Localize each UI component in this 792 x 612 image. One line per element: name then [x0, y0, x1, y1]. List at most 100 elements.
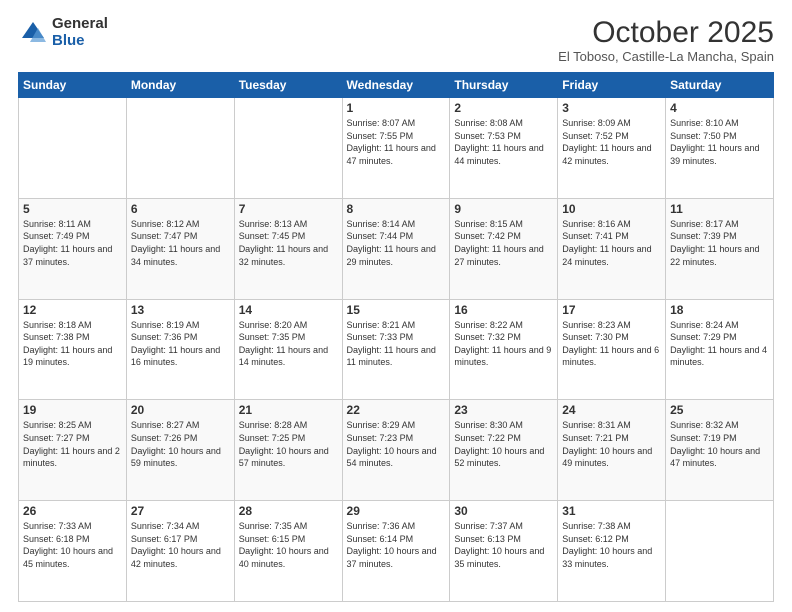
day-number: 24 [562, 403, 661, 417]
calendar-cell [234, 98, 342, 199]
logo-general: General [52, 16, 108, 33]
calendar-cell: 2Sunrise: 8:08 AM Sunset: 7:53 PM Daylig… [450, 98, 558, 199]
day-info: Sunrise: 8:30 AM Sunset: 7:22 PM Dayligh… [454, 419, 553, 469]
calendar-row: 5 Sunrise: 8:11 AM Sunset: 7:49 PM Daylig… [19, 198, 774, 299]
calendar-cell: 25 Sunrise: 8:32 AM Sunset: 7:19 PM Dayli… [666, 400, 774, 501]
day-number: 8 [347, 202, 446, 216]
logo-text: General Blue [52, 16, 108, 49]
day-info: Sunrise: 8:11 AM Sunset: 7:49 PM Dayligh… [23, 218, 122, 268]
calendar-cell: 12Sunrise: 8:18 AM Sunset: 7:38 PM Dayli… [19, 299, 127, 400]
calendar-cell [126, 98, 234, 199]
day-number: 23 [454, 403, 553, 417]
day-number: 3 [562, 101, 661, 115]
day-number: 5 [23, 202, 122, 216]
calendar-cell: 9 Sunrise: 8:15 AM Sunset: 7:42 PM Daylig… [450, 198, 558, 299]
day-info: Sunrise: 8:24 AM Sunset: 7:29 PM Dayligh… [670, 319, 769, 369]
day-number: 29 [347, 504, 446, 518]
col-monday: Monday [126, 73, 234, 98]
day-info: Sunrise: 8:29 AM Sunset: 7:23 PM Dayligh… [347, 419, 446, 469]
day-info: Sunrise: 8:21 AM Sunset: 7:33 PM Dayligh… [347, 319, 446, 369]
day-number: 4 [670, 101, 769, 115]
day-info: Sunrise: 7:37 AM Sunset: 6:13 PM Dayligh… [454, 520, 553, 570]
day-info: Sunrise: 7:35 AM Sunset: 6:15 PM Dayligh… [239, 520, 338, 570]
day-number: 25 [670, 403, 769, 417]
page: General Blue October 2025 El Toboso, Cas… [0, 0, 792, 612]
day-number: 22 [347, 403, 446, 417]
day-number: 17 [562, 303, 661, 317]
logo-icon [18, 18, 48, 48]
calendar-cell: 23 Sunrise: 8:30 AM Sunset: 7:22 PM Dayli… [450, 400, 558, 501]
calendar-cell: 14 Sunrise: 8:20 AM Sunset: 7:35 PM Dayli… [234, 299, 342, 400]
header: General Blue October 2025 El Toboso, Cas… [18, 16, 774, 64]
day-number: 30 [454, 504, 553, 518]
calendar-table: Sunday Monday Tuesday Wednesday Thursday… [18, 72, 774, 602]
day-info: Sunrise: 8:16 AM Sunset: 7:41 PM Dayligh… [562, 218, 661, 268]
day-number: 28 [239, 504, 338, 518]
day-info: Sunrise: 8:15 AM Sunset: 7:42 PM Dayligh… [454, 218, 553, 268]
day-info: Sunrise: 8:20 AM Sunset: 7:35 PM Dayligh… [239, 319, 338, 369]
day-number: 27 [131, 504, 230, 518]
col-friday: Friday [558, 73, 666, 98]
day-info: Sunrise: 8:10 AM Sunset: 7:50 PM Dayligh… [670, 117, 769, 167]
day-info: Sunrise: 8:07 AM Sunset: 7:55 PM Dayligh… [347, 117, 446, 167]
day-info: Sunrise: 8:27 AM Sunset: 7:26 PM Dayligh… [131, 419, 230, 469]
location: El Toboso, Castille-La Mancha, Spain [558, 49, 774, 64]
day-number: 26 [23, 504, 122, 518]
calendar-cell: 4 Sunrise: 8:10 AM Sunset: 7:50 PM Daylig… [666, 98, 774, 199]
calendar-cell: 27 Sunrise: 7:34 AM Sunset: 6:17 PM Dayli… [126, 501, 234, 602]
day-number: 11 [670, 202, 769, 216]
calendar-cell: 30 Sunrise: 7:37 AM Sunset: 6:13 PM Dayli… [450, 501, 558, 602]
calendar-cell: 20 Sunrise: 8:27 AM Sunset: 7:26 PM Dayli… [126, 400, 234, 501]
day-number: 9 [454, 202, 553, 216]
col-tuesday: Tuesday [234, 73, 342, 98]
day-info: Sunrise: 8:31 AM Sunset: 7:21 PM Dayligh… [562, 419, 661, 469]
col-wednesday: Wednesday [342, 73, 450, 98]
month-title: October 2025 [558, 16, 774, 49]
day-info: Sunrise: 7:38 AM Sunset: 6:12 PM Dayligh… [562, 520, 661, 570]
calendar-cell: 10 Sunrise: 8:16 AM Sunset: 7:41 PM Dayli… [558, 198, 666, 299]
calendar-cell [19, 98, 127, 199]
calendar-cell: 16Sunrise: 8:22 AM Sunset: 7:32 PM Dayli… [450, 299, 558, 400]
day-number: 21 [239, 403, 338, 417]
day-number: 18 [670, 303, 769, 317]
day-number: 2 [454, 101, 553, 115]
calendar-cell: 28 Sunrise: 7:35 AM Sunset: 6:15 PM Dayli… [234, 501, 342, 602]
day-info: Sunrise: 7:36 AM Sunset: 6:14 PM Dayligh… [347, 520, 446, 570]
calendar-cell: 13 Sunrise: 8:19 AM Sunset: 7:36 PM Dayli… [126, 299, 234, 400]
calendar-row: 12Sunrise: 8:18 AM Sunset: 7:38 PM Dayli… [19, 299, 774, 400]
calendar-cell: 21Sunrise: 8:28 AM Sunset: 7:25 PM Dayli… [234, 400, 342, 501]
day-number: 10 [562, 202, 661, 216]
calendar-cell: 26Sunrise: 7:33 AM Sunset: 6:18 PM Dayli… [19, 501, 127, 602]
calendar-cell [666, 501, 774, 602]
col-saturday: Saturday [666, 73, 774, 98]
day-info: Sunrise: 8:13 AM Sunset: 7:45 PM Dayligh… [239, 218, 338, 268]
day-info: Sunrise: 7:34 AM Sunset: 6:17 PM Dayligh… [131, 520, 230, 570]
calendar-cell: 6 Sunrise: 8:12 AM Sunset: 7:47 PM Daylig… [126, 198, 234, 299]
day-number: 6 [131, 202, 230, 216]
col-thursday: Thursday [450, 73, 558, 98]
day-info: Sunrise: 8:23 AM Sunset: 7:30 PM Dayligh… [562, 319, 661, 369]
col-sunday: Sunday [19, 73, 127, 98]
day-info: Sunrise: 8:17 AM Sunset: 7:39 PM Dayligh… [670, 218, 769, 268]
day-number: 7 [239, 202, 338, 216]
calendar-cell: 22 Sunrise: 8:29 AM Sunset: 7:23 PM Dayli… [342, 400, 450, 501]
day-info: Sunrise: 8:14 AM Sunset: 7:44 PM Dayligh… [347, 218, 446, 268]
day-number: 31 [562, 504, 661, 518]
logo: General Blue [18, 16, 108, 49]
day-number: 19 [23, 403, 122, 417]
day-info: Sunrise: 8:32 AM Sunset: 7:19 PM Dayligh… [670, 419, 769, 469]
day-info: Sunrise: 8:12 AM Sunset: 7:47 PM Dayligh… [131, 218, 230, 268]
calendar-cell: 17 Sunrise: 8:23 AM Sunset: 7:30 PM Dayli… [558, 299, 666, 400]
logo-blue: Blue [52, 33, 108, 50]
day-number: 16 [454, 303, 553, 317]
calendar-cell: 5 Sunrise: 8:11 AM Sunset: 7:49 PM Daylig… [19, 198, 127, 299]
title-block: October 2025 El Toboso, Castille-La Manc… [558, 16, 774, 64]
calendar-cell: 1Sunrise: 8:07 AM Sunset: 7:55 PM Daylig… [342, 98, 450, 199]
day-number: 14 [239, 303, 338, 317]
day-number: 13 [131, 303, 230, 317]
day-info: Sunrise: 8:18 AM Sunset: 7:38 PM Dayligh… [23, 319, 122, 369]
day-number: 20 [131, 403, 230, 417]
day-info: Sunrise: 8:19 AM Sunset: 7:36 PM Dayligh… [131, 319, 230, 369]
calendar-row: 19Sunrise: 8:25 AM Sunset: 7:27 PM Dayli… [19, 400, 774, 501]
calendar-cell: 29 Sunrise: 7:36 AM Sunset: 6:14 PM Dayli… [342, 501, 450, 602]
